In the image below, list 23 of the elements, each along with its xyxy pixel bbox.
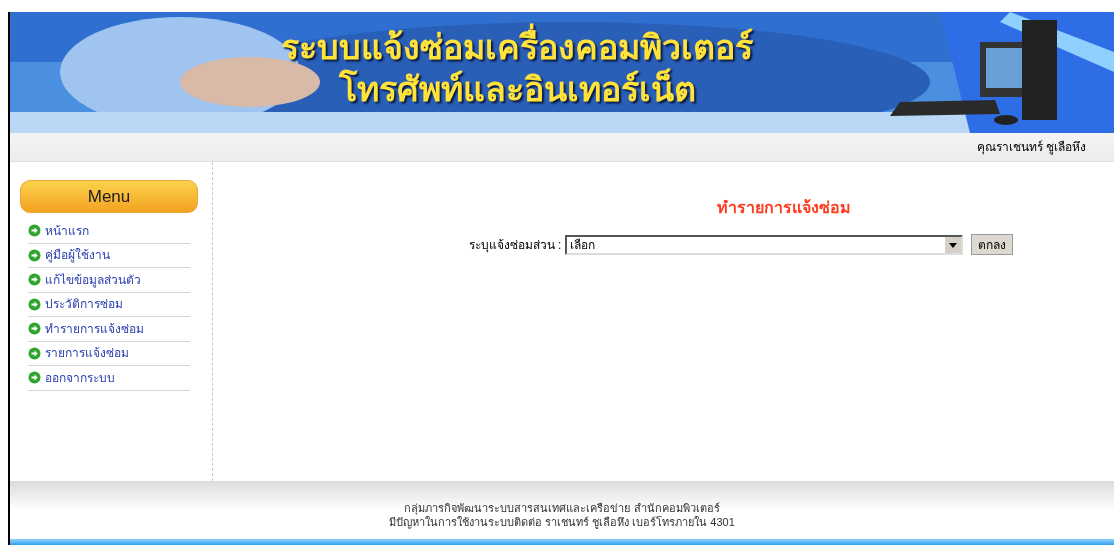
arrow-circle-icon	[28, 224, 41, 238]
field-label: ระบุแจ้งซ่อมส่วน :	[468, 236, 562, 254]
page-title: ทำรายการแจ้งซ่อม	[716, 198, 851, 218]
menu-item[interactable]: แก้ไขข้อมูลส่วนตัว	[28, 268, 190, 293]
menu-item[interactable]: หน้าแรก	[28, 219, 190, 244]
menu-item[interactable]: ออกจากระบบ	[28, 366, 190, 391]
arrow-circle-icon	[28, 297, 41, 311]
footer-text: มีปัญหาในการใช้งานระบบติดต่อ ราเชนทร์ ชูเลือหึง เบอร์โทรภายใน 4301	[389, 515, 735, 529]
menu-item[interactable]: คู่มือผู้ใช้งาน	[28, 243, 190, 268]
footer-text: กลุ่มภารกิจพัฒนาระบบสารสนเทศและเครือข่าย สำนักคอมพิวเตอร์	[404, 501, 720, 515]
banner-title: โทรศัพท์และอินเทอร์เน็ต	[338, 68, 696, 110]
arrow-circle-icon	[28, 346, 41, 360]
ok-button[interactable]: ตกลง	[971, 234, 1014, 255]
arrow-circle-icon	[28, 371, 41, 385]
arrow-circle-icon	[28, 273, 41, 287]
user-name: คุณราเชนทร์ ชูเลือหึง	[976, 139, 1086, 156]
menu-item[interactable]: ประวัติการซ่อม	[28, 292, 190, 317]
part-select[interactable]: เลือก	[565, 234, 964, 255]
menu-header: Menu	[20, 180, 198, 213]
menu-item[interactable]: รายการแจ้งซ่อม	[28, 341, 190, 366]
arrow-circle-icon	[28, 248, 41, 262]
menu-item[interactable]: ทำรายการแจ้งซ่อม	[28, 317, 190, 342]
arrow-circle-icon	[28, 322, 41, 336]
